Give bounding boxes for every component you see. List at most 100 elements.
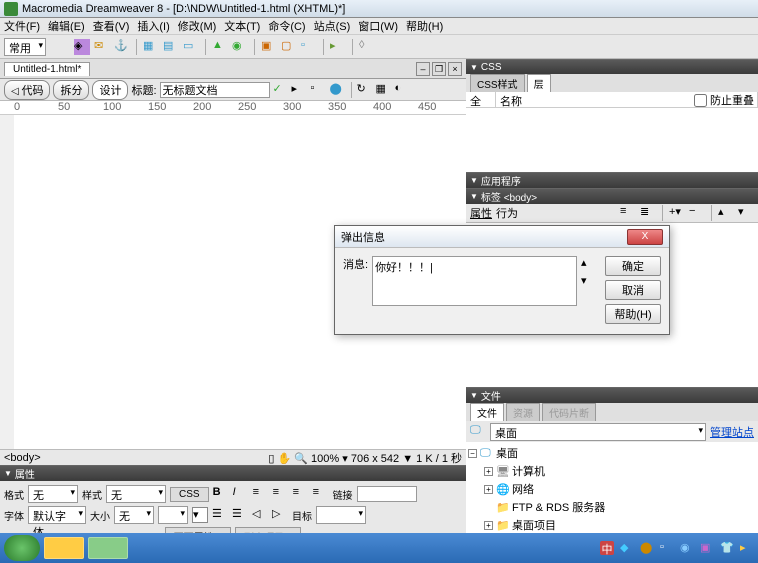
style-dropdown[interactable]: 无 xyxy=(106,485,166,503)
expand-icon[interactable]: + xyxy=(484,521,493,530)
format-dropdown[interactable]: 无 xyxy=(28,485,78,503)
tags-header[interactable]: 标签 <body> xyxy=(466,188,758,204)
menu-edit[interactable]: 编辑(E) xyxy=(48,18,85,34)
files-tree[interactable]: −🖵桌面 +🖥计算机 +🌐网络 📁FTP & RDS 服务器 +📁桌面项目 xyxy=(466,442,758,536)
assets-tab[interactable]: 资源 xyxy=(506,403,540,421)
attributes-tab[interactable]: 属性 xyxy=(470,205,492,221)
code-view-button[interactable]: ◁ 代码 xyxy=(4,80,50,100)
move-down-icon[interactable]: ▾ xyxy=(738,205,754,221)
anchor-icon[interactable]: ⚓ xyxy=(114,39,130,55)
tag-selector[interactable]: <body> xyxy=(4,452,41,464)
cancel-button[interactable]: 取消 xyxy=(605,280,661,300)
image-icon[interactable]: ▲ xyxy=(212,39,228,55)
date-icon[interactable]: ▣ xyxy=(261,39,277,55)
tree-item-computer[interactable]: 计算机 xyxy=(512,463,545,479)
align-right-icon[interactable]: ≡ xyxy=(293,486,309,502)
properties-header[interactable]: 属性 xyxy=(0,465,466,481)
view-options-icon[interactable]: ▦ xyxy=(376,82,392,98)
expand-icon[interactable]: + xyxy=(484,467,493,476)
size-dropdown[interactable]: 无 xyxy=(114,506,154,524)
pointer-icon[interactable]: ▯ xyxy=(268,453,274,465)
insert-category-dropdown[interactable]: 常用 xyxy=(4,38,46,56)
menu-file[interactable]: 文件(F) xyxy=(4,18,40,34)
behaviors-tab[interactable]: 行为 xyxy=(496,205,518,221)
col-vis[interactable]: 全 xyxy=(466,92,496,107)
move-up-icon[interactable]: ▴ xyxy=(718,205,734,221)
hand-icon[interactable]: ✋ xyxy=(278,453,292,465)
menu-insert[interactable]: 插入(I) xyxy=(137,18,169,34)
media-icon[interactable]: ◉ xyxy=(232,39,248,55)
zoom-icon[interactable]: 🔍 xyxy=(294,453,308,465)
manage-sites-link[interactable]: 管理站点 xyxy=(710,424,754,440)
hyperlink-icon[interactable]: ◈ xyxy=(74,39,90,55)
css-styles-tab[interactable]: CSS样式 xyxy=(470,74,525,92)
tray-icon-5[interactable]: ▣ xyxy=(700,541,714,555)
layers-tab[interactable]: 层 xyxy=(527,74,551,92)
tray-icon-7[interactable]: ▸ xyxy=(740,541,754,555)
menu-modify[interactable]: 修改(M) xyxy=(178,18,217,34)
email-icon[interactable]: ✉ xyxy=(94,39,110,55)
tree-item-desktop[interactable]: 桌面项目 xyxy=(512,517,556,533)
ok-button[interactable]: 确定 xyxy=(605,256,661,276)
add-behavior-icon[interactable]: +▾ xyxy=(669,205,685,221)
file-mgmt-icon[interactable]: ▫ xyxy=(311,82,327,98)
align-center-icon[interactable]: ≡ xyxy=(273,486,289,502)
menu-help[interactable]: 帮助(H) xyxy=(406,18,443,34)
refresh-icon[interactable]: ↻ xyxy=(357,82,373,98)
italic-icon[interactable]: I xyxy=(233,486,249,502)
div-icon[interactable]: ▭ xyxy=(183,39,199,55)
tray-icon-6[interactable]: 👕 xyxy=(720,541,734,555)
ime-icon[interactable]: 中 xyxy=(600,541,614,555)
dialog-close-button[interactable]: X xyxy=(627,229,663,245)
menu-site[interactable]: 站点(S) xyxy=(314,18,351,34)
outdent-icon[interactable]: ◁ xyxy=(252,507,268,523)
visual-aids-icon[interactable]: ◐ xyxy=(395,82,411,98)
help-button[interactable]: 帮助(H) xyxy=(605,304,661,324)
css-panel-header[interactable]: CSS xyxy=(466,59,758,74)
size-unit-dropdown[interactable] xyxy=(158,506,188,524)
tree-root[interactable]: 桌面 xyxy=(496,445,518,461)
align-justify-icon[interactable]: ≡ xyxy=(313,486,329,502)
remove-behavior-icon[interactable]: − xyxy=(689,205,705,221)
comment-icon[interactable]: ▫ xyxy=(301,39,317,55)
scroll-down-icon[interactable]: ▾ xyxy=(581,274,597,290)
css-button[interactable]: CSS xyxy=(170,487,209,502)
show-all-icon[interactable]: ≣ xyxy=(640,205,656,221)
templates-icon[interactable]: ▸ xyxy=(330,39,346,55)
document-tab[interactable]: Untitled-1.html* xyxy=(4,62,90,76)
tree-item-network[interactable]: 网络 xyxy=(512,481,534,497)
expand-icon[interactable]: + xyxy=(484,485,493,494)
color-swatch[interactable]: ▾ xyxy=(192,507,208,523)
snippets-tab[interactable]: 代码片断 xyxy=(542,403,596,421)
close-icon[interactable]: × xyxy=(448,62,462,76)
server-icon[interactable]: ▢ xyxy=(281,39,297,55)
indent-icon[interactable]: ▷ xyxy=(272,507,288,523)
task-dreamweaver[interactable] xyxy=(88,537,128,559)
target-dropdown[interactable] xyxy=(316,506,366,524)
restore-icon[interactable]: ❐ xyxy=(432,62,446,76)
check-icon[interactable]: ✓ xyxy=(273,82,289,98)
menu-commands[interactable]: 命令(C) xyxy=(268,18,305,34)
tray-icon-4[interactable]: ◉ xyxy=(680,541,694,555)
font-dropdown[interactable]: 默认字体 xyxy=(28,506,86,524)
browser-icon[interactable]: ▸ xyxy=(292,82,308,98)
tray-icon-3[interactable]: ▫ xyxy=(660,541,674,555)
menu-window[interactable]: 窗口(W) xyxy=(358,18,398,34)
title-input[interactable] xyxy=(160,82,270,98)
files-tab[interactable]: 文件 xyxy=(470,403,504,421)
tree-item-ftp[interactable]: FTP & RDS 服务器 xyxy=(512,499,605,515)
window-size[interactable]: 706 x 542 ▼ 1 K / 1 秒 xyxy=(351,453,462,465)
task-explorer[interactable] xyxy=(44,537,84,559)
menu-view[interactable]: 查看(V) xyxy=(93,18,130,34)
prevent-overlap-checkbox[interactable] xyxy=(694,94,707,107)
site-dropdown[interactable]: 桌面 xyxy=(490,423,706,441)
layout-icon[interactable]: ▤ xyxy=(163,39,179,55)
zoom-level[interactable]: 100% xyxy=(311,453,339,465)
files-panel-header[interactable]: 文件 xyxy=(466,387,758,403)
message-textarea[interactable]: 你好！！！| xyxy=(372,256,577,306)
show-set-icon[interactable]: ≡ xyxy=(620,205,636,221)
table-icon[interactable]: ▦ xyxy=(143,39,159,55)
bold-icon[interactable]: B xyxy=(213,486,229,502)
link-input[interactable] xyxy=(357,486,417,502)
expand-icon[interactable]: − xyxy=(468,449,477,458)
